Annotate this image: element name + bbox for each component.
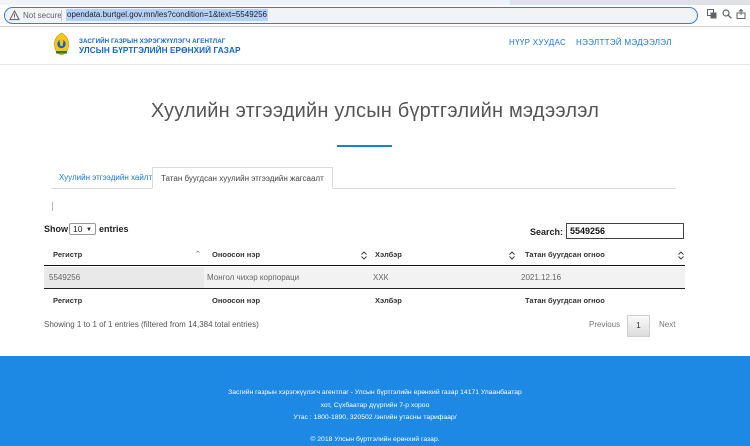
next-page-button[interactable]: Next xyxy=(659,320,675,329)
table-footer: Регистр Оноосон нэр Хэлбэр Татан буугдса… xyxy=(44,290,685,312)
warning-icon[interactable] xyxy=(9,10,20,21)
sort-arrows-icon[interactable] xyxy=(361,251,367,260)
search-label: Search: xyxy=(530,227,564,237)
footer-header-name: Оноосон нэр xyxy=(212,296,261,305)
footer-address-line2: хот, Сүхбаатар дүүргийн 7-р хороо xyxy=(320,402,430,409)
search-input[interactable] xyxy=(566,223,684,239)
entries-select-value: 10 xyxy=(73,224,83,234)
site-header: ЗАСГИЙН ГАЗРЫН ХЭРЭГЖҮҮЛЭГЧ АГЕНТЛАГ УЛС… xyxy=(0,28,750,64)
table-row[interactable]: 5549256 Монгол чихэр корпораци ХХК 2021.… xyxy=(44,267,685,289)
text-caret xyxy=(52,202,53,211)
nav-open-data-link[interactable]: НЭЭЛТТЭЙ МЭДЭЭЛЭЛ xyxy=(576,38,672,47)
cell-register: 5549256 xyxy=(49,273,81,282)
site-footer: Засгийн газрын хэрэгжүүлэгч агентлаг - У… xyxy=(0,356,750,446)
org-subtitle: ЗАСГИЙН ГАЗРЫН ХЭРЭГЖҮҮЛЭГЧ АГЕНТЛАГ xyxy=(79,38,226,45)
org-name: УЛСЫН БҮРТГЭЛИЙН ЕРӨНХИЙ ГАЗАР xyxy=(79,46,241,55)
column-header-type[interactable]: Хэлбэр xyxy=(375,250,402,259)
entries-select[interactable]: 10 ▼ xyxy=(69,223,96,235)
footer-copyright: © 2018 Улсын бүртгэлийн ерөнхий газар. xyxy=(310,436,440,443)
column-header-date[interactable]: Татан буугдсан огноо xyxy=(525,250,605,259)
footer-header-type: Хэлбэр xyxy=(375,296,402,305)
share-icon[interactable] xyxy=(736,9,746,19)
previous-page-button[interactable]: Previous xyxy=(589,320,620,329)
current-page-button[interactable]: 1 xyxy=(627,315,650,337)
omnibox-separator xyxy=(61,10,62,21)
cell-name: Монгол чихэр корпораци xyxy=(207,273,300,282)
footer-phone: Утас : 1800-1890, 320502 /энгийн утасны … xyxy=(293,414,457,421)
url-text[interactable]: opendata.burtgel.gov.mn/les?condition=1&… xyxy=(66,9,269,21)
cell-date: 2021.12.16 xyxy=(521,273,562,282)
footer-address-line1: Засгийн газрын хэрэгжүүлэгч агентлаг - У… xyxy=(228,389,522,396)
chevron-down-icon: ▼ xyxy=(86,227,92,233)
column-header-register[interactable]: Регистр xyxy=(53,250,82,259)
header-divider xyxy=(0,64,750,65)
nav-home-link[interactable]: НҮҮР ХУУДАС xyxy=(509,38,566,47)
sort-arrows-icon[interactable] xyxy=(678,251,684,260)
emblem-logo[interactable] xyxy=(53,32,70,56)
zoom-icon[interactable] xyxy=(722,9,732,19)
table-header: Регистр ⌃ Оноосон нэр Хэлбэр Татан буугд… xyxy=(44,244,685,266)
show-label: Show xyxy=(44,224,68,234)
title-underline xyxy=(337,145,392,147)
footer-header-date: Татан буугдсан огноо xyxy=(525,296,605,305)
address-bar: Not secure opendata.burtgel.gov.mn/les?c… xyxy=(0,5,750,27)
cell-type: ХХК xyxy=(373,273,389,282)
translate-icon[interactable] xyxy=(707,9,717,19)
table-info: Showing 1 to 1 of 1 entries (filtered fr… xyxy=(44,320,259,329)
security-label[interactable]: Not secure xyxy=(23,10,62,21)
tab-dissolved-list[interactable]: Татан буугдсан хуулийн этгээдийн жагсаал… xyxy=(152,167,333,189)
column-header-name[interactable]: Оноосон нэр xyxy=(212,250,260,259)
url-input[interactable]: Not secure opendata.burtgel.gov.mn/les?c… xyxy=(4,7,698,24)
tab-search[interactable]: Хуулийн этгээдийн хайлт xyxy=(51,167,160,189)
page-title: Хуулийн этгээдийн улсын бүртгэлийн мэдээ… xyxy=(150,100,600,122)
footer-header-register: Регистр xyxy=(53,296,83,305)
sort-arrows-icon[interactable] xyxy=(509,251,515,260)
entries-label: entries xyxy=(99,224,129,234)
sort-asc-icon[interactable]: ⌃ xyxy=(195,251,201,258)
